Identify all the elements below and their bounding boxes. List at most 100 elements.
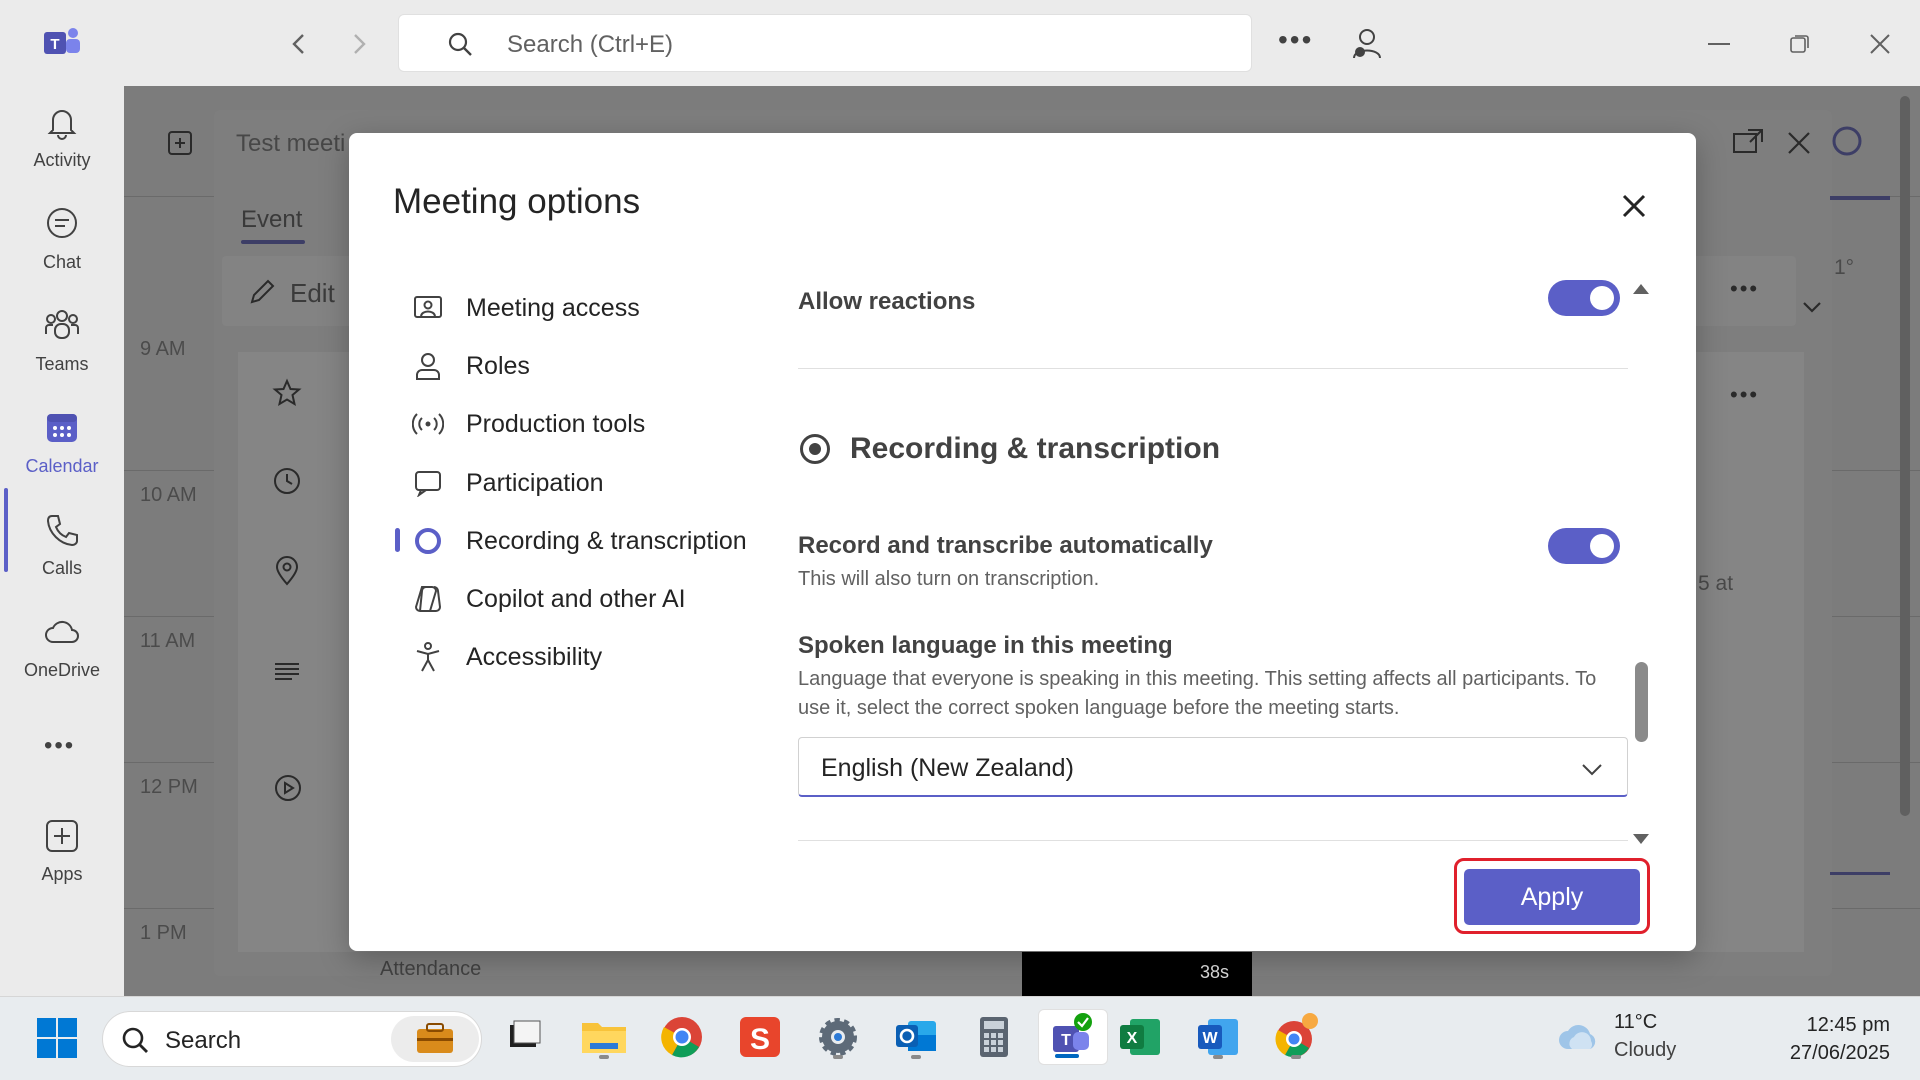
bell-icon [47, 110, 77, 140]
taskbar-app-s[interactable]: S [732, 1009, 788, 1065]
running-indicator [1213, 1055, 1223, 1059]
rail-item-calls[interactable]: Calls [0, 512, 124, 602]
rail-label-chat: Chat [42, 252, 82, 272]
taskbar: Search S T X W 11°C Cloudy 12:45 pm 27/0… [0, 996, 1920, 1080]
profile-settings-icon[interactable] [1350, 26, 1384, 60]
search-placeholder: Search (Ctrl+E) [507, 31, 674, 58]
menu-label: Meeting access [466, 293, 640, 322]
copilot-icon [410, 581, 446, 617]
toolbar-more-icon[interactable]: ••• [1730, 276, 1759, 302]
menu-item-recording-transcription[interactable]: Recording & transcription [410, 521, 747, 561]
menu-item-meeting-access[interactable]: Meeting access [410, 288, 640, 328]
description-icon [275, 663, 299, 680]
participation-icon [410, 465, 446, 501]
clock-time: 12:45 pm [1806, 1014, 1890, 1036]
taskbar-search[interactable]: Search [102, 1011, 482, 1067]
taskbar-clock[interactable]: 12:45 pm 27/06/2025 [1740, 1011, 1890, 1067]
search-icon [448, 32, 472, 56]
partial-avatar-icon [1832, 126, 1862, 156]
event-fragment-text: 5 at [1698, 572, 1734, 595]
windows-start-icon[interactable] [36, 1017, 78, 1059]
forward-arrow-icon[interactable] [341, 26, 377, 62]
menu-item-copilot[interactable]: Copilot and other AI [410, 579, 686, 619]
svg-text:T: T [50, 36, 59, 53]
rail-item-onedrive[interactable]: OneDrive [0, 614, 124, 704]
more-apps-icon[interactable]: ••• [44, 732, 75, 760]
tab-event-underline [241, 240, 305, 244]
weather-temp: 11°C [1614, 1011, 1658, 1033]
menu-label: Roles [466, 351, 530, 380]
weather-desc: Cloudy [1614, 1039, 1677, 1061]
menu-item-accessibility[interactable]: Accessibility [410, 637, 602, 677]
teams-logo-icon[interactable]: T [42, 24, 82, 62]
time-11am: 11 AM [140, 630, 196, 652]
star-icon[interactable] [272, 378, 302, 408]
scroll-up-arrow-icon[interactable] [1633, 284, 1649, 294]
popout-icon[interactable] [1732, 128, 1764, 156]
calendar-scrollbar[interactable] [1900, 96, 1910, 816]
toggle-knob [1590, 534, 1614, 558]
rail-label-calendar: Calendar [25, 456, 99, 476]
cloud-icon [45, 620, 79, 643]
more-options-icon[interactable]: ••• [1278, 24, 1313, 56]
taskbar-app-teams[interactable]: T [1038, 1009, 1108, 1065]
record-auto-label: Record and transcribe automatically [798, 532, 1213, 559]
taskbar-app-settings[interactable] [810, 1009, 866, 1065]
weather-widget[interactable]: 11°C Cloudy [1556, 1011, 1756, 1067]
rail-label-onedrive: OneDrive [23, 660, 101, 680]
scrollbar-thumb[interactable] [1635, 662, 1648, 742]
location-icon [275, 556, 299, 586]
svg-text:S: S [750, 1023, 770, 1056]
allow-reactions-toggle[interactable] [1548, 280, 1620, 316]
minimize-icon[interactable] [1700, 24, 1740, 64]
taskbar-app-excel[interactable]: X [1112, 1009, 1168, 1065]
time-12pm: 12 PM [140, 776, 198, 798]
taskbar-app-chrome-profile[interactable] [1268, 1009, 1324, 1065]
rail-item-calendar[interactable]: Calendar [0, 410, 124, 500]
open-in-window-icon[interactable] [166, 128, 194, 158]
rail-label-apps: Apps [41, 864, 83, 884]
section-heading: Recording & transcription [800, 432, 1220, 466]
taskbar-app-calculator[interactable] [966, 1009, 1022, 1065]
running-indicator [833, 1055, 843, 1059]
clock-date: 27/06/2025 [1789, 1042, 1890, 1064]
rail-item-teams[interactable]: Teams [0, 308, 124, 398]
chevron-down-icon[interactable] [1800, 298, 1824, 316]
edit-button[interactable]: Edit [290, 278, 335, 309]
toggle-knob [1590, 286, 1614, 310]
record-auto-toggle[interactable] [1548, 528, 1620, 564]
rail-item-apps[interactable]: Apps [0, 818, 124, 908]
taskbar-app-outlook[interactable] [888, 1009, 944, 1065]
phone-icon [46, 515, 78, 547]
taskbar-app-word[interactable]: W [1190, 1009, 1246, 1065]
event-more-icon[interactable]: ••• [1730, 382, 1759, 408]
close-event-icon[interactable] [1786, 130, 1812, 156]
tab-event[interactable]: Event [241, 206, 302, 234]
close-icon[interactable] [1614, 186, 1654, 226]
time-9am: 9 AM [140, 338, 186, 360]
taskbar-app-chrome[interactable] [654, 1009, 710, 1065]
taskbar-app-explorer[interactable] [576, 1009, 632, 1065]
record-section-icon [800, 434, 830, 464]
menu-item-production-tools[interactable]: Production tools [410, 404, 645, 444]
back-arrow-icon[interactable] [281, 26, 317, 62]
chevron-down-icon [1582, 764, 1602, 776]
video-duration: 38s [1200, 962, 1230, 982]
search-input[interactable]: Search (Ctrl+E) [398, 14, 1252, 72]
taskbar-app-files[interactable] [496, 1009, 552, 1065]
rail-label-activity: Activity [33, 150, 91, 170]
person-icon [410, 348, 446, 384]
running-indicator [1055, 1054, 1079, 1058]
running-indicator [1291, 1055, 1301, 1059]
rail-label-calls: Calls [41, 558, 82, 578]
spoken-language-select[interactable]: English (New Zealand) [798, 737, 1628, 797]
chrome-icon [661, 1017, 702, 1058]
apply-button[interactable]: Apply [1464, 869, 1640, 925]
rail-item-activity[interactable]: Activity [0, 104, 124, 194]
restore-icon[interactable] [1780, 24, 1820, 64]
scroll-down-arrow-icon[interactable] [1633, 834, 1649, 844]
menu-item-participation[interactable]: Participation [410, 463, 604, 503]
rail-item-chat[interactable]: Chat [0, 206, 124, 296]
menu-item-roles[interactable]: Roles [410, 346, 530, 386]
close-window-icon[interactable] [1860, 24, 1900, 64]
